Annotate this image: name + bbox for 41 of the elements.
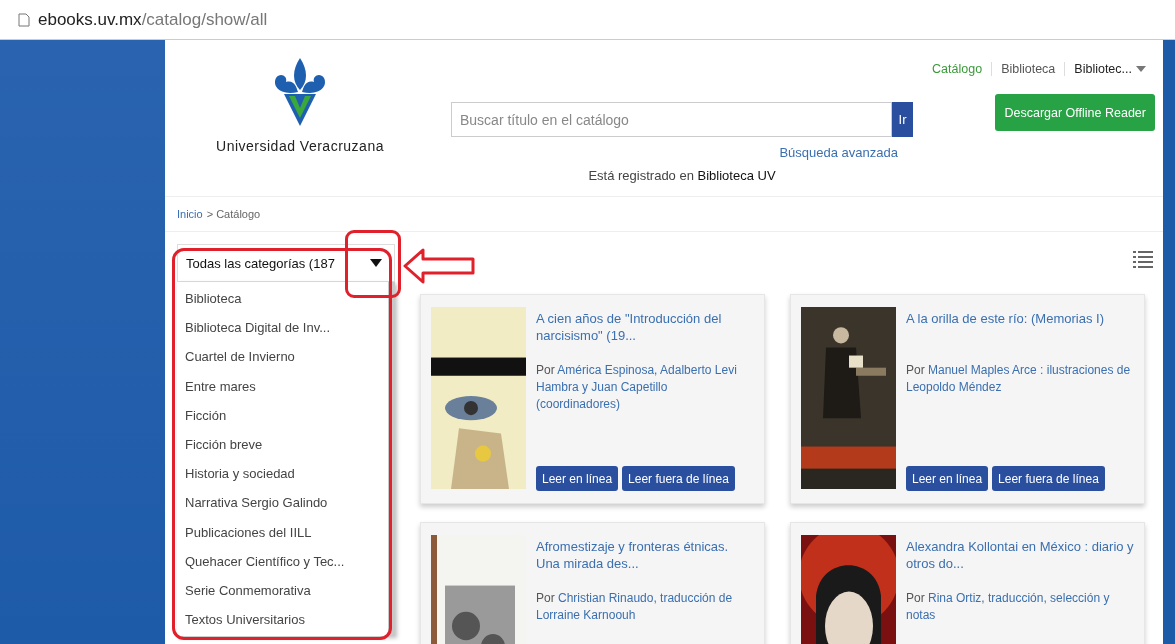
caret-icon[interactable] xyxy=(370,259,382,267)
read-button[interactable]: Leer fuera de línea xyxy=(992,466,1105,491)
category-option[interactable]: Publicaciones del IILL xyxy=(177,517,388,547)
category-option[interactable]: Cuartel de Invierno xyxy=(177,342,388,372)
category-option[interactable]: Narrativa Sergio Galindo xyxy=(177,488,388,518)
breadcrumb-link[interactable]: Inicio xyxy=(177,208,203,220)
category-option[interactable]: Textos Universitarios xyxy=(177,605,388,635)
nav-link[interactable]: Biblioteca xyxy=(991,62,1065,76)
breadcrumb-current: > Catálogo xyxy=(206,208,261,220)
book-title-link[interactable]: A cien años de "Introducción del narcisismo" (19... xyxy=(536,310,754,362)
scrollbar[interactable] xyxy=(388,282,395,637)
page-icon xyxy=(18,12,30,27)
search-field[interactable]: Buscar título en el catálogo xyxy=(451,102,892,137)
read-button[interactable]: Leer fuera de línea xyxy=(622,466,735,491)
category-dropdown[interactable]: Todas las categorías (187 xyxy=(177,244,395,282)
url-text: ebooks.uv.mx/catalog/show/all xyxy=(38,9,268,30)
logo-text: Universidad Veracruzana xyxy=(216,138,384,154)
read-button[interactable]: Leer en línea xyxy=(906,466,989,491)
book-authors: Por América Espinosa, Adalberto Levi Hambra y Juan Capetillo (coordinadores) xyxy=(536,362,738,413)
advanced-search-link[interactable]: Búsqueda avanzada xyxy=(779,145,898,160)
search-button[interactable]: Ir xyxy=(892,102,913,137)
read-button[interactable]: Leer en línea xyxy=(536,466,619,491)
book-authors: Por Rina Ortiz, traducción, selección y notas xyxy=(906,590,1111,624)
book-title-link[interactable]: A la orilla de este río: (Memorias I) xyxy=(906,310,1134,362)
category-option[interactable]: Biblioteca xyxy=(177,284,388,314)
nav-link[interactable]: Bibliotec... xyxy=(1064,62,1155,76)
book-authors: Por Christian Rinaudo, traducción de Lorraine Karnoouh xyxy=(536,590,734,624)
nav-link[interactable]: Catálogo xyxy=(923,62,992,76)
book-title-link[interactable]: Alexandra Kollontai en México : diario y otros do... xyxy=(906,538,1134,590)
registration-text: Está registrado en Biblioteca UV xyxy=(588,168,776,183)
category-option[interactable]: Quehacer Científico y Tec... xyxy=(177,546,388,576)
category-option[interactable]: Ficción breve xyxy=(177,429,388,460)
category-option[interactable]: Entre mares xyxy=(177,371,388,401)
category-option[interactable]: Historia y sociedad xyxy=(177,459,388,489)
book-title-link[interactable]: Afromestizaje y fronteras étnicas. Una mirada des... xyxy=(536,538,754,590)
left-arrow-icon xyxy=(403,248,475,284)
book-authors: Por Manuel Maples Arce : ilustraciones de Leopoldo Méndez xyxy=(906,362,1132,396)
category-option[interactable]: Biblioteca Digital de Inv... xyxy=(177,313,388,343)
list-view-icon[interactable] xyxy=(1133,250,1153,268)
category-option[interactable]: Ficción xyxy=(177,400,388,430)
category-option[interactable]: Serie Conmemorativa xyxy=(177,575,388,606)
